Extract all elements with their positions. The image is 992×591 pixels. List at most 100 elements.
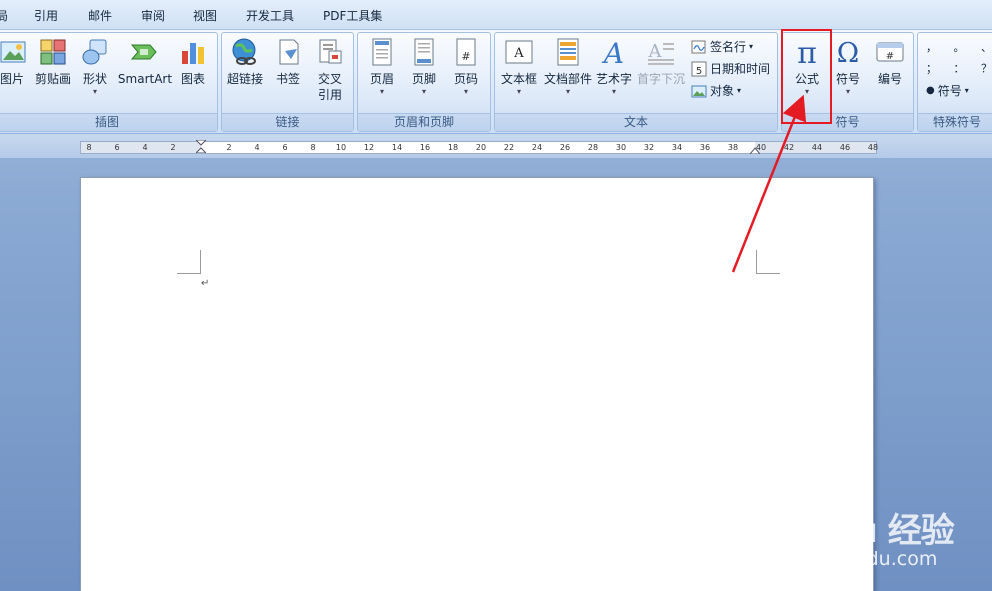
ruler-tick-label: 40 [755,143,767,152]
shapes-icon [80,37,110,67]
tab-mailings[interactable]: 邮件 [88,7,112,24]
special-mark[interactable]: ： [954,60,965,76]
special-mark[interactable]: ； [926,60,937,76]
group-text: A 文本框 ▾ 文档部件 ▾ A 艺术字 ▾ A 首字下沉 签名行 ▾ 5 日期… [494,32,778,132]
header-icon [367,37,397,67]
footer-button[interactable]: 页脚 ▾ [408,37,440,97]
picture-button[interactable]: 图片 [0,37,26,87]
indent-marker-icon[interactable] [196,140,206,153]
ruler-tick-label: 6 [114,143,120,152]
footer-icon [409,37,439,67]
tab-pdf-tools[interactable]: PDF工具集 [323,7,382,24]
equation-highlight-box [781,29,832,124]
svg-text:5: 5 [696,66,702,77]
ruler-tick-label: 48 [867,143,879,152]
page-number-dropdown-icon: ▾ [463,87,468,96]
shapes-dropdown-icon: ▾ [92,87,97,96]
cross-reference-icon [315,37,345,67]
crossref-button[interactable]: 交叉 引用 [312,37,348,103]
textbox-dropdown-icon: ▾ [516,87,521,96]
quickparts-button[interactable]: 文档部件 ▾ [543,37,593,97]
ruler-tick-label: 28 [587,143,599,152]
svg-text:A: A [601,37,624,67]
ruler-tick-label: 16 [419,143,431,152]
special-symbol-button[interactable]: ● 符号 ▾ [926,82,969,99]
number-button[interactable]: # 编号 [872,37,908,87]
group-header-footer: 页眉 ▾ 页脚 ▾ # 页码 ▾ 页眉和页脚 [357,32,491,132]
wordart-icon: A [599,37,629,70]
svg-text:A: A [648,41,663,62]
tab-developer[interactable]: 开发工具 [246,7,294,24]
tab-review[interactable]: 审阅 [141,7,165,24]
object-icon [691,83,707,99]
ruler-tick-label: 34 [671,143,683,152]
dropcap-icon: A [646,37,676,67]
special-mark[interactable]: 、 [981,39,992,55]
ruler-tick-label: 38 [727,143,739,152]
tab-view[interactable]: 视图 [193,7,217,24]
horizontal-ruler[interactable]: 8 6 4 2 2 4 6 8 10 12 14 16 18 20 22 24 26 28 30 32 34 36 38 40… [80,140,879,154]
page-number-button[interactable]: # 页码 ▾ [450,37,482,97]
special-symbol-dropdown-icon: ▾ [964,86,969,95]
numbering-icon: # [875,37,905,67]
ruler-tick-label: 12 [363,143,375,152]
ruler-tick-label: 46 [839,143,851,152]
tab-references[interactable]: 引用 [34,7,58,24]
group-links-label: 链接 [222,113,353,131]
ruler-tick-label: 10 [335,143,347,152]
object-button[interactable]: 对象 ▾ [691,82,741,99]
group-special-symbols: ， 。 、 ； ： ？ ● 符号 ▾ 特殊符号 [917,32,992,132]
date-time-button[interactable]: 5 日期和时间 [691,60,770,77]
tab-layout[interactable]: 局 [0,7,8,24]
group-illustrations-label: 插图 [0,113,217,131]
bookmark-icon [273,37,303,67]
baidu-watermark-logo: Bai du 经验 [762,511,955,551]
group-text-label: 文本 [495,113,777,131]
clipart-icon [38,37,68,67]
special-mark[interactable]: ， [926,39,937,55]
clipart-button[interactable]: 剪贴画 [31,37,75,87]
svg-text:Ω: Ω [837,38,859,67]
special-mark[interactable]: 。 [954,39,965,55]
globe-link-icon [230,37,260,67]
wordart-button[interactable]: A 艺术字 ▾ [595,37,633,97]
quick-parts-icon [553,37,583,67]
group-header-footer-label: 页眉和页脚 [358,113,490,131]
ruler-tick-label: 36 [699,143,711,152]
ruler-tick-label: 20 [475,143,487,152]
textbox-button[interactable]: A 文本框 ▾ [499,37,539,97]
special-mark[interactable]: ？ [981,60,992,76]
bookmark-button[interactable]: 书签 [270,37,306,87]
group-illustrations: 图片 剪贴画 形状 ▾ SmartArt 图表 插图 [0,32,218,132]
ruler-tick-label: 2 [226,143,232,152]
footer-dropdown-icon: ▾ [421,87,426,96]
ruler-tick-label: 6 [282,143,288,152]
symbol-button[interactable]: Ω 符号 ▾ [830,37,866,97]
ruler-tick-label: 18 [447,143,459,152]
ruler-tick-label: 8 [310,143,316,152]
ruler-tick-label: 42 [783,143,795,152]
ruler-tick-label: 30 [615,143,627,152]
chart-button[interactable]: 图表 [177,37,209,87]
signature-line-dropdown-icon: ▾ [749,42,754,51]
smartart-button[interactable]: SmartArt [117,37,173,87]
ruler-tick-label: 22 [503,143,515,152]
document-page[interactable]: ↵ [80,177,874,591]
shapes-button[interactable]: 形状 ▾ [79,37,111,97]
object-dropdown-icon: ▾ [737,86,742,95]
omega-icon: Ω [833,37,863,69]
ruler-tick-label: 26 [559,143,571,152]
special-marks-row1: ， 。 、 [926,39,992,55]
textbox-icon: A [504,37,534,67]
header-button[interactable]: 页眉 ▾ [366,37,398,97]
ruler-tick-label: 4 [254,143,260,152]
dropcap-button[interactable]: A 首字下沉 [637,37,685,87]
ribbon-tab-bar: 局 引用 邮件 审阅 视图 开发工具 PDF工具集 [0,0,992,30]
smartart-icon [130,37,160,67]
header-dropdown-icon: ▾ [379,87,384,96]
bar-chart-icon [178,37,208,67]
page-number-icon: # [451,37,481,67]
hyperlink-button[interactable]: 超链接 [226,37,264,87]
bullet-icon: ● [926,85,935,96]
signature-line-button[interactable]: 签名行 ▾ [691,38,753,55]
